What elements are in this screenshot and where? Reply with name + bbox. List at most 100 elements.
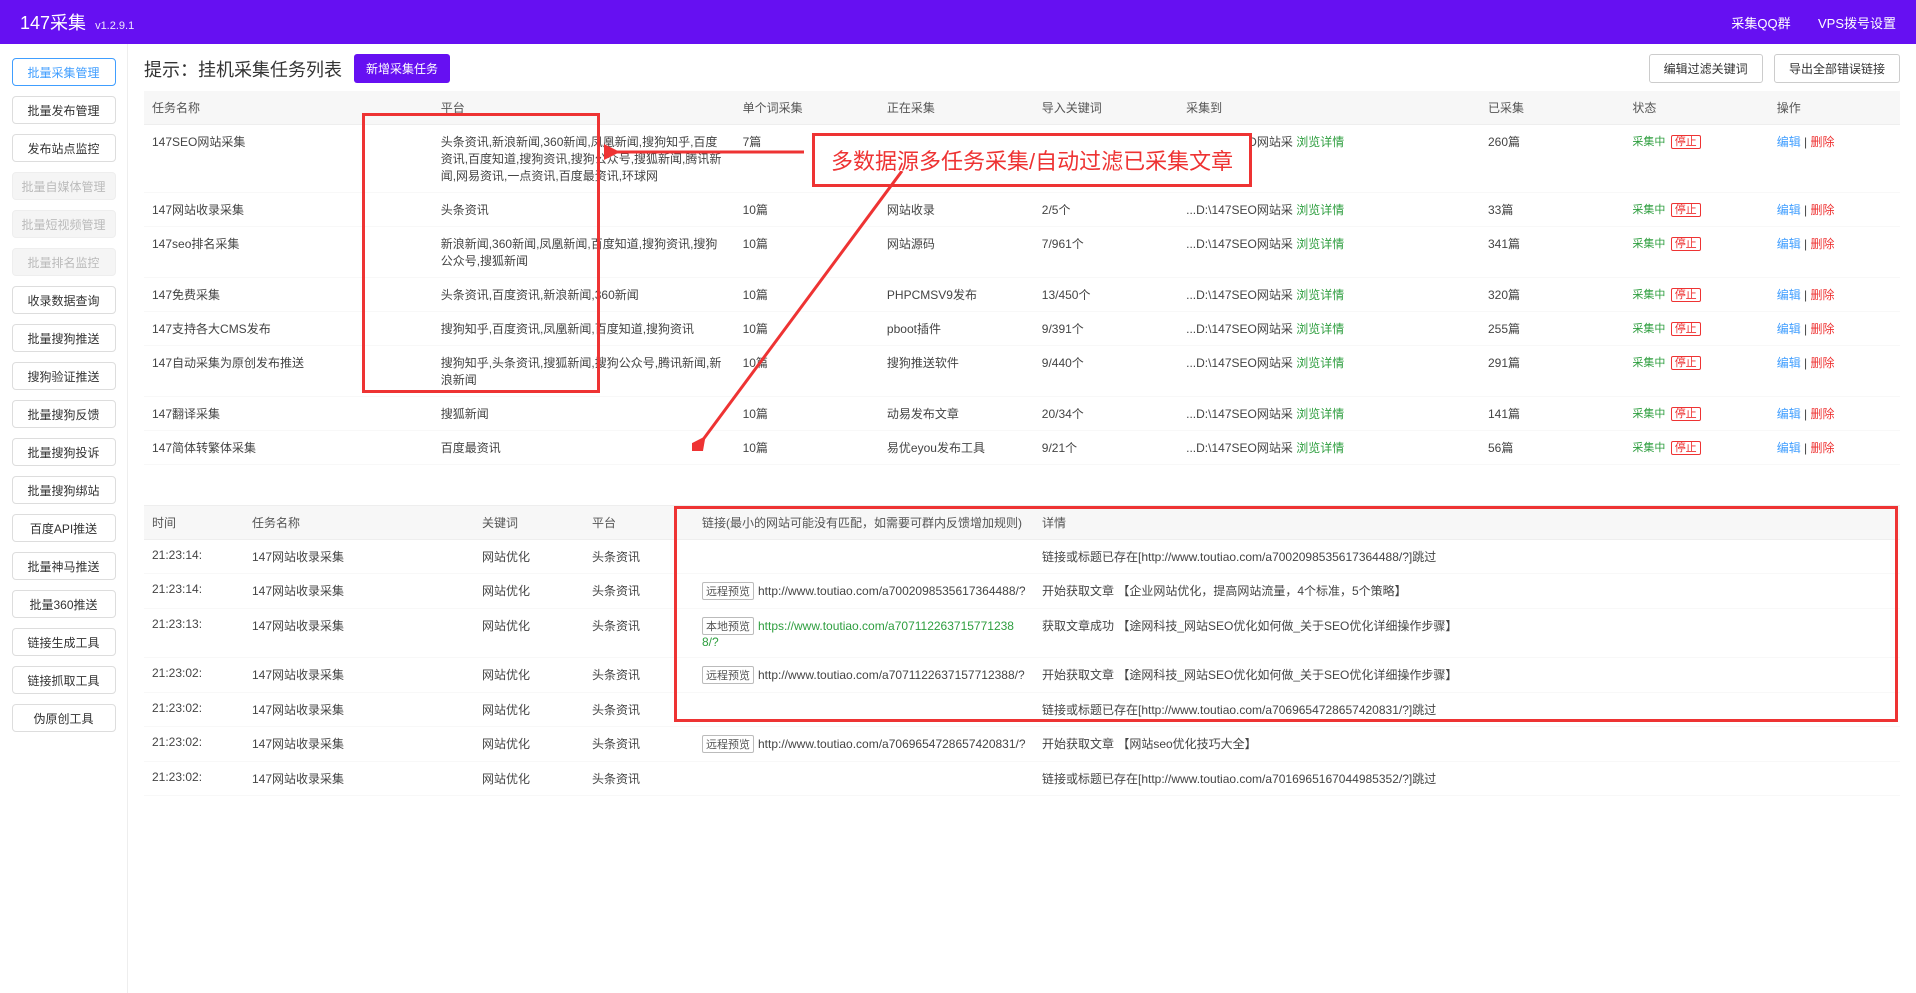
cell-task: 147网站收录采集 <box>244 540 474 574</box>
sidebar-item-13[interactable]: 批量神马推送 <box>12 552 116 580</box>
delete-link[interactable]: 删除 <box>1811 407 1835 421</box>
cell-status: 采集中 停止 <box>1624 278 1768 312</box>
cell-keywords: 9/21个 <box>1034 431 1178 465</box>
delete-link[interactable]: 删除 <box>1811 237 1835 251</box>
cell-platform: 头条资讯 <box>584 727 694 762</box>
cell-link <box>694 762 1034 796</box>
detail-link[interactable]: 浏览详情 <box>1296 407 1344 421</box>
task-th-8: 操作 <box>1769 91 1900 125</box>
task-th-5: 采集到 <box>1178 91 1480 125</box>
preview-tag[interactable]: 远程预览 <box>702 582 754 600</box>
delete-link[interactable]: 删除 <box>1811 356 1835 370</box>
cell-link: 本地预览https://www.toutiao.com/a70711226371… <box>694 609 1034 658</box>
top-link-qq[interactable]: 采集QQ群 <box>1731 16 1790 31</box>
status-text: 采集中 <box>1632 289 1665 301</box>
edit-link[interactable]: 编辑 <box>1777 322 1801 336</box>
sidebar-item-11[interactable]: 批量搜狗绑站 <box>12 476 116 504</box>
stop-button[interactable]: 停止 <box>1671 135 1701 149</box>
cell-platform: 头条资讯,百度资讯,新浪新闻,360新闻 <box>433 278 735 312</box>
detail-link[interactable]: 浏览详情 <box>1296 441 1344 455</box>
log-link[interactable]: http://www.toutiao.com/a7069654728657420… <box>758 737 1026 751</box>
detail-link[interactable]: 浏览详情 <box>1296 356 1344 370</box>
edit-link[interactable]: 编辑 <box>1777 407 1801 421</box>
stop-button[interactable]: 停止 <box>1671 237 1701 251</box>
edit-link[interactable]: 编辑 <box>1777 356 1801 370</box>
detail-link[interactable]: 浏览详情 <box>1296 322 1344 336</box>
cell-dest: ...D:\147SEO网站采 浏览详情 <box>1178 193 1480 227</box>
cell-platform: 头条资讯 <box>584 609 694 658</box>
status-text: 采集中 <box>1632 357 1665 369</box>
export-errors-button[interactable]: 导出全部错误链接 <box>1774 54 1900 83</box>
sidebar-item-6[interactable]: 收录数据查询 <box>12 286 116 314</box>
log-row: 21:23:02:147网站收录采集网站优化头条资讯链接或标题已存在[http:… <box>144 762 1900 796</box>
edit-link[interactable]: 编辑 <box>1777 135 1801 149</box>
task-th-3: 正在采集 <box>879 91 1034 125</box>
edit-link[interactable]: 编辑 <box>1777 288 1801 302</box>
cell-collecting: PHPCMSV9发布 <box>879 278 1034 312</box>
stop-button[interactable]: 停止 <box>1671 322 1701 336</box>
stop-button[interactable]: 停止 <box>1671 407 1701 421</box>
detail-link[interactable]: 浏览详情 <box>1296 237 1344 251</box>
sidebar-item-1[interactable]: 批量发布管理 <box>12 96 116 124</box>
sidebar-item-14[interactable]: 批量360推送 <box>12 590 116 618</box>
task-th-2: 单个词采集 <box>735 91 879 125</box>
delete-link[interactable]: 删除 <box>1811 135 1835 149</box>
stop-button[interactable]: 停止 <box>1671 288 1701 302</box>
detail-link[interactable]: 浏览详情 <box>1296 288 1344 302</box>
log-row: 21:23:13:147网站收录采集网站优化头条资讯本地预览https://ww… <box>144 609 1900 658</box>
log-link[interactable]: http://www.toutiao.com/a7002098535617364… <box>758 584 1026 598</box>
sidebar-item-2[interactable]: 发布站点监控 <box>12 134 116 162</box>
edit-link[interactable]: 编辑 <box>1777 237 1801 251</box>
detail-link[interactable]: 浏览详情 <box>1296 135 1344 149</box>
top-link-vps[interactable]: VPS拨号设置 <box>1818 16 1896 31</box>
sidebar-item-8[interactable]: 搜狗验证推送 <box>12 362 116 390</box>
add-task-button[interactable]: 新增采集任务 <box>354 54 450 83</box>
preview-tag[interactable]: 远程预览 <box>702 666 754 684</box>
delete-link[interactable]: 删除 <box>1811 322 1835 336</box>
sidebar-item-12[interactable]: 百度API推送 <box>12 514 116 542</box>
sidebar-item-15[interactable]: 链接生成工具 <box>12 628 116 656</box>
task-table: 任务名称平台单个词采集正在采集导入关键词采集到已采集状态操作 147SEO网站采… <box>144 91 1900 465</box>
cell-kw: 网站优化 <box>474 727 584 762</box>
stop-button[interactable]: 停止 <box>1671 203 1701 217</box>
cell-single: 10篇 <box>735 397 879 431</box>
cell-keywords: 7/968个 <box>1034 125 1178 193</box>
sidebar-item-0[interactable]: 批量采集管理 <box>12 58 116 86</box>
cell-ops: 编辑 | 删除 <box>1769 431 1900 465</box>
cell-time: 21:23:02: <box>144 727 244 762</box>
detail-link[interactable]: 浏览详情 <box>1296 203 1344 217</box>
task-row: 147支持各大CMS发布搜狗知乎,百度资讯,凤凰新闻,百度知道,搜狗资讯10篇p… <box>144 312 1900 346</box>
delete-link[interactable]: 删除 <box>1811 203 1835 217</box>
edit-link[interactable]: 编辑 <box>1777 203 1801 217</box>
sidebar-item-7[interactable]: 批量搜狗推送 <box>12 324 116 352</box>
cell-dest: ...D:\147SEO网站采 浏览详情 <box>1178 397 1480 431</box>
log-row: 21:23:02:147网站收录采集网站优化头条资讯远程预览http://www… <box>144 727 1900 762</box>
sidebar-item-9[interactable]: 批量搜狗反馈 <box>12 400 116 428</box>
sidebar-item-17[interactable]: 伪原创工具 <box>12 704 116 732</box>
cell-platform: 头条资讯 <box>584 693 694 727</box>
cell-dest: ...D:\147SEO网站采 浏览详情 <box>1178 346 1480 397</box>
stop-button[interactable]: 停止 <box>1671 356 1701 370</box>
cell-collecting: 网站优化 <box>879 125 1034 193</box>
log-table-wrap[interactable]: 时间任务名称关键词平台链接(最小的网站可能没有匹配，如需要可群内反馈增加规则)详… <box>144 505 1900 983</box>
cell-platform: 头条资讯 <box>584 540 694 574</box>
sidebar-item-10[interactable]: 批量搜狗投诉 <box>12 438 116 466</box>
cell-task: 147网站收录采集 <box>244 693 474 727</box>
cell-time: 21:23:14: <box>144 540 244 574</box>
log-link[interactable]: http://www.toutiao.com/a7071122637157712… <box>758 668 1025 682</box>
edit-link[interactable]: 编辑 <box>1777 441 1801 455</box>
edit-filter-button[interactable]: 编辑过滤关键词 <box>1649 54 1763 83</box>
stop-button[interactable]: 停止 <box>1671 441 1701 455</box>
preview-tag[interactable]: 本地预览 <box>702 617 754 635</box>
preview-tag[interactable]: 远程预览 <box>702 735 754 753</box>
cell-platform: 头条资讯,新浪新闻,360新闻,凤凰新闻,搜狗知乎,百度资讯,百度知道,搜狗资讯… <box>433 125 735 193</box>
delete-link[interactable]: 删除 <box>1811 441 1835 455</box>
cell-dest: ...D:\147SEO网站采 浏览详情 <box>1178 227 1480 278</box>
brand-version: v1.2.9.1 <box>95 20 134 32</box>
cell-collecting: pboot插件 <box>879 312 1034 346</box>
log-row: 21:23:14:147网站收录采集网站优化头条资讯远程预览http://www… <box>144 574 1900 609</box>
task-row: 147自动采集为原创发布推送搜狗知乎,头条资讯,搜狐新闻,搜狗公众号,腾讯新闻,… <box>144 346 1900 397</box>
cell-time: 21:23:02: <box>144 762 244 796</box>
delete-link[interactable]: 删除 <box>1811 288 1835 302</box>
sidebar-item-16[interactable]: 链接抓取工具 <box>12 666 116 694</box>
